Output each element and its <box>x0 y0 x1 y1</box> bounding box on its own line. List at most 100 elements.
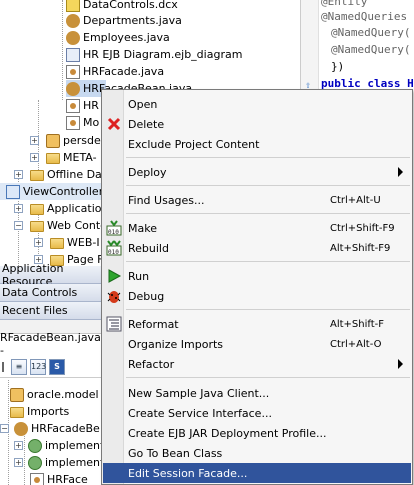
menu-item-shortcut: Ctrl+Alt-O <box>330 338 382 350</box>
tree-item-viewcontroller[interactable]: ViewController <box>0 183 103 200</box>
tree-item-persistence[interactable]: + persde <box>30 132 101 149</box>
code-line: @NamedQuery( <box>331 26 411 39</box>
project-icon <box>6 184 20 199</box>
menu-item-label: Go To Bean Class <box>128 446 223 460</box>
menu-item-new-sample-java-client[interactable]: New Sample Java Client... <box>103 383 411 403</box>
sort-button[interactable]: ≡ <box>11 358 27 375</box>
tree-item-webcontent[interactable]: − Web Conte <box>14 217 107 234</box>
tree-item-label: Web Conte <box>47 219 107 232</box>
structure-item-imports[interactable]: Imports <box>2 403 69 420</box>
numeric-button[interactable]: 123 <box>30 358 46 375</box>
menu-separator <box>126 261 410 262</box>
menu-item-label: Create EJB JAR Deployment Profile... <box>128 426 327 440</box>
structure-item-package[interactable]: oracle.model <box>2 386 99 403</box>
tree-item-label: HR EJB Diagram.ejb_diagram <box>83 48 243 61</box>
java-file-icon <box>66 98 80 113</box>
folder-icon <box>30 170 44 181</box>
tree-item-offline[interactable]: + Offline Dat <box>14 166 106 183</box>
recent-files-header[interactable]: Recent Files <box>0 302 102 320</box>
menu-item-organize-imports[interactable]: Organize Imports Ctrl+Alt-O <box>103 334 411 354</box>
menu-item-find-usages[interactable]: Find Usages... Ctrl+Alt-U <box>103 190 411 210</box>
menu-item-label: Edit Session Facade... <box>128 466 248 480</box>
menu-item-refactor[interactable]: Refactor <box>103 354 411 374</box>
menu-item-edit-session-facade[interactable]: Edit Session Facade... <box>103 463 411 483</box>
expand-icon[interactable]: + <box>14 170 23 179</box>
data-controls-header[interactable]: Data Controls <box>0 284 102 302</box>
menu-item-label: Debug <box>128 289 165 303</box>
menu-item-create-ejb-jar-profile[interactable]: Create EJB JAR Deployment Profile... <box>103 423 411 443</box>
structure-item-implements[interactable]: + implements <box>14 454 110 471</box>
tree-item-employees[interactable]: Employees.java <box>66 29 170 46</box>
menu-item-make[interactable]: 010 Make Ctrl+Shift-F9 <box>103 218 411 238</box>
menu-item-rebuild[interactable]: 010 Rebuild Alt+Shift-F9 <box>103 238 411 258</box>
tree-item-hrfacadebean[interactable]: HRFacadeBean.java <box>66 80 192 97</box>
menu-item-deploy[interactable]: Deploy <box>103 162 411 182</box>
diagram-icon <box>66 47 80 62</box>
menu-item-reformat[interactable]: Reformat Alt+Shift-F <box>103 314 411 334</box>
expand-icon[interactable]: + <box>30 153 39 162</box>
rebuild-icon: 010 <box>106 240 122 256</box>
tree-item-mo[interactable]: Mo <box>66 114 99 131</box>
menu-item-label: Deploy <box>128 165 167 179</box>
menu-item-exclude-project-content[interactable]: Exclude Project Content <box>103 134 411 154</box>
menu-item-label: Run <box>128 269 150 283</box>
tree-item-hr[interactable]: HR <box>66 97 99 114</box>
tree-guide <box>62 0 63 100</box>
menu-item-label: Create Service Interface... <box>128 406 272 420</box>
section-label: Data Controls <box>2 286 78 299</box>
menu-item-label: Delete <box>128 117 165 131</box>
tree-item-applicationsources[interactable]: + Applicatio <box>14 200 102 217</box>
menu-item-delete[interactable]: Delete <box>103 114 411 134</box>
menu-item-go-to-bean-class[interactable]: Go To Bean Class <box>103 443 411 463</box>
menu-item-label: Exclude Project Content <box>128 137 260 151</box>
editor-gutter: ⇧ <box>301 0 319 100</box>
structure-item-label: oracle.model <box>27 388 99 401</box>
expand-icon[interactable]: + <box>14 204 23 213</box>
collapse-icon[interactable]: − <box>14 221 23 230</box>
application-resources-header[interactable]: Application Resource <box>0 262 102 288</box>
tree-item-departments[interactable]: Departments.java <box>66 12 182 29</box>
menu-item-open[interactable]: Open <box>103 94 411 114</box>
collapse-icon[interactable]: − <box>0 424 9 433</box>
tree-item-label: HR <box>83 99 99 112</box>
tree-item-label: Offline Dat <box>47 168 107 181</box>
menu-item-label: Make <box>128 221 157 235</box>
package-icon <box>46 133 60 148</box>
folder-icon <box>10 407 24 418</box>
menu-item-run[interactable]: Run <box>103 266 411 286</box>
structure-toolbar: ≡ 123 S <box>0 356 102 378</box>
menu-item-label: Reformat <box>128 317 179 331</box>
tree-item-label: DataControls.dcx <box>83 0 178 11</box>
code-editor[interactable]: ⇧ @Entity @NamedQueries @NamedQuery( @Na… <box>300 0 414 100</box>
expand-icon[interactable]: + <box>14 458 23 467</box>
expand-icon[interactable]: + <box>30 136 39 145</box>
structure-item-member[interactable]: HRFace <box>30 471 88 485</box>
menu-item-debug[interactable]: Debug <box>103 286 411 306</box>
tree-item-label: Applicatio <box>47 202 102 215</box>
menu-separator <box>126 213 410 214</box>
folder-icon <box>46 153 60 164</box>
context-menu: Open Delete Exclude Project Content Depl… <box>101 89 413 485</box>
menu-separator <box>126 157 410 158</box>
menu-item-create-service-interface[interactable]: Create Service Interface... <box>103 403 411 423</box>
menu-item-shortcut: Alt+Shift-F <box>330 318 385 330</box>
section-label: Recent Files <box>2 304 68 317</box>
debug-icon <box>106 288 122 304</box>
grip-icon <box>2 361 8 372</box>
expand-icon[interactable]: + <box>14 441 23 450</box>
interface-icon <box>28 438 42 453</box>
static-filter-button[interactable]: S <box>49 358 65 375</box>
tree-item-meta[interactable]: + META- <box>30 149 97 166</box>
menu-item-label: New Sample Java Client... <box>128 386 270 400</box>
class-icon <box>14 421 28 436</box>
submenu-arrow-icon <box>398 167 403 177</box>
structure-tree: oracle.model Imports − HRFacadeBe + impl… <box>0 380 110 485</box>
menu-item-label: Refactor <box>128 357 175 371</box>
structure-item-class[interactable]: − HRFacadeBe <box>0 420 100 437</box>
structure-item-implements[interactable]: + implements <box>14 437 110 454</box>
tree-item-diagram[interactable]: HR EJB Diagram.ejb_diagram <box>66 46 242 63</box>
expand-icon[interactable]: + <box>34 238 43 247</box>
menu-item-shortcut: Alt+Shift-F9 <box>330 242 391 254</box>
tree-item-webinf[interactable]: + WEB-I <box>34 234 100 251</box>
tree-item-hrfacade[interactable]: HRFacade.java <box>66 63 164 80</box>
